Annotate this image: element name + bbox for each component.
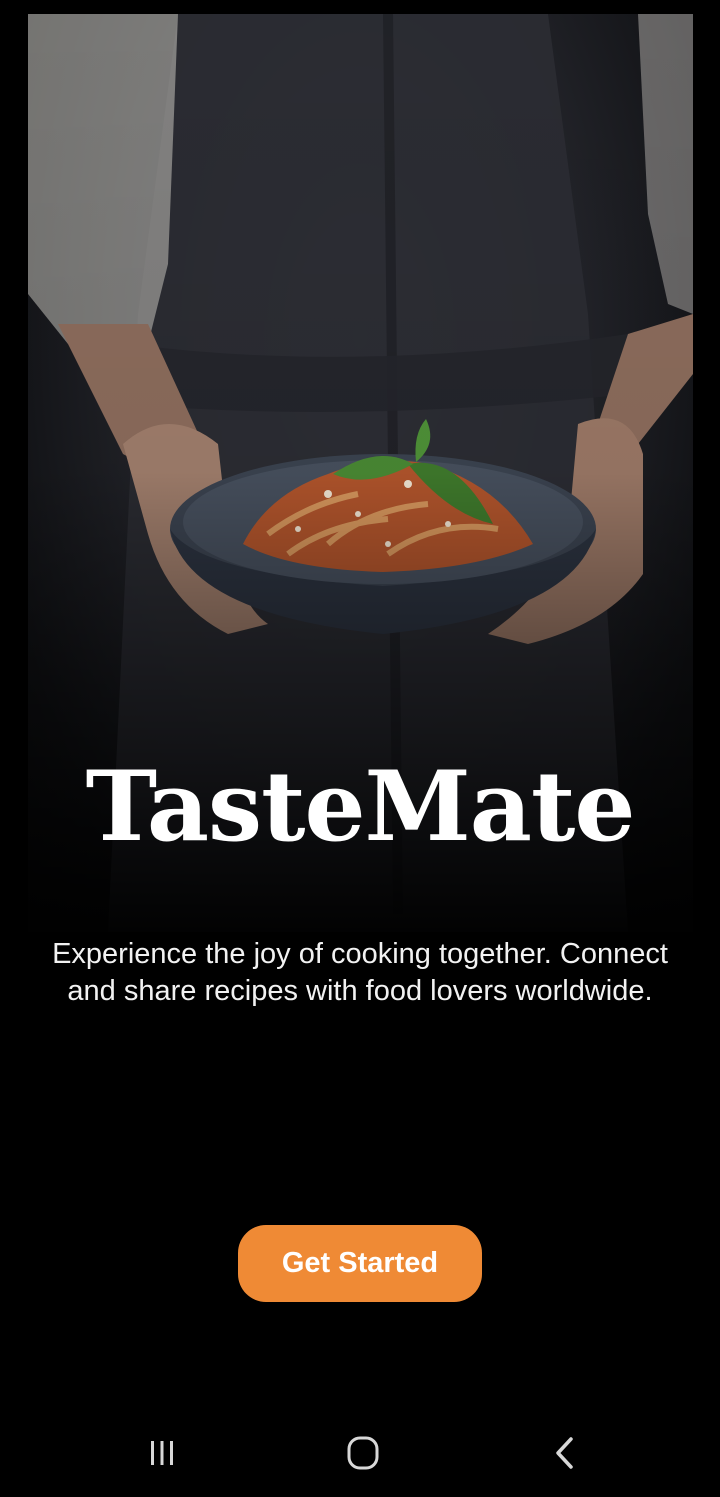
welcome-screen: TasteMate Experience the joy of cooking …	[0, 0, 720, 1497]
home-button[interactable]	[323, 1428, 403, 1478]
back-icon	[556, 1437, 573, 1469]
recents-button[interactable]	[122, 1428, 202, 1478]
back-button[interactable]	[525, 1428, 605, 1478]
recents-icon	[151, 1441, 173, 1465]
home-icon	[347, 1436, 379, 1470]
system-navigation-bar	[0, 1410, 720, 1497]
app-tagline: Experience the joy of cooking together. …	[52, 938, 668, 1007]
app-title: TasteMate	[85, 750, 636, 863]
get-started-button[interactable]: Get Started	[238, 1225, 482, 1302]
